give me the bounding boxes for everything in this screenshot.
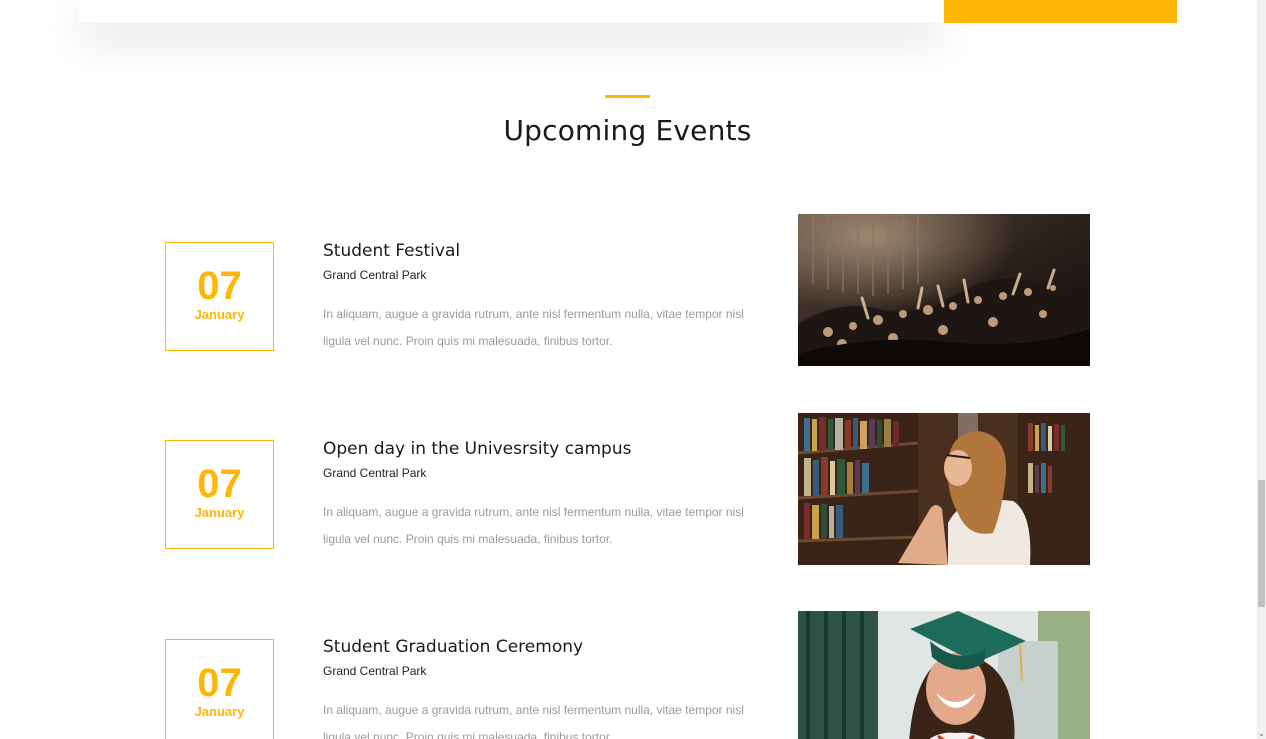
event-image-library-student[interactable] — [798, 413, 1090, 565]
event-day: 07 — [197, 264, 242, 308]
event-image-concert-crowd[interactable] — [798, 214, 1090, 366]
previous-section-card — [79, 0, 944, 23]
event-item: 07 January Student Graduation Ceremony G… — [0, 611, 1255, 739]
event-day: 07 — [197, 462, 242, 506]
event-item: 07 January Open day in the Univesrsity c… — [0, 413, 1255, 565]
event-day: 07 — [197, 661, 242, 705]
event-title-link[interactable]: Student Festival — [323, 240, 460, 262]
event-title-link[interactable]: Open day in the Univesrsity campus — [323, 438, 631, 460]
event-description: In aliquam, augue a gravida rutrum, ante… — [323, 703, 744, 739]
section-title-accent-bar — [605, 95, 650, 98]
event-date-box: 07 January — [165, 440, 274, 549]
event-month: January — [194, 307, 245, 322]
event-item: 07 January Student Festival Grand Centra… — [0, 214, 1255, 366]
event-date-box: 07 January — [165, 639, 274, 739]
event-description: In aliquam, augue a gravida rutrum, ante… — [323, 307, 744, 348]
event-description: In aliquam, augue a gravida rutrum, ante… — [323, 505, 744, 546]
scroll-down-arrow-icon[interactable]: ⌄ — [1258, 730, 1265, 738]
scrollbar-thumb[interactable] — [1258, 480, 1265, 607]
event-location: Grand Central Park — [323, 268, 427, 282]
section-title: Upcoming Events — [503, 114, 752, 147]
event-location: Grand Central Park — [323, 466, 427, 480]
event-month: January — [194, 704, 245, 719]
event-location: Grand Central Park — [323, 664, 427, 678]
event-date-box: 07 January — [165, 242, 274, 351]
event-image-graduate-smiling[interactable] — [798, 611, 1090, 739]
page-scrollbar[interactable] — [1257, 0, 1266, 739]
event-title-link[interactable]: Student Graduation Ceremony — [323, 636, 583, 658]
event-month: January — [194, 505, 245, 520]
previous-section-accent-block — [944, 0, 1177, 23]
